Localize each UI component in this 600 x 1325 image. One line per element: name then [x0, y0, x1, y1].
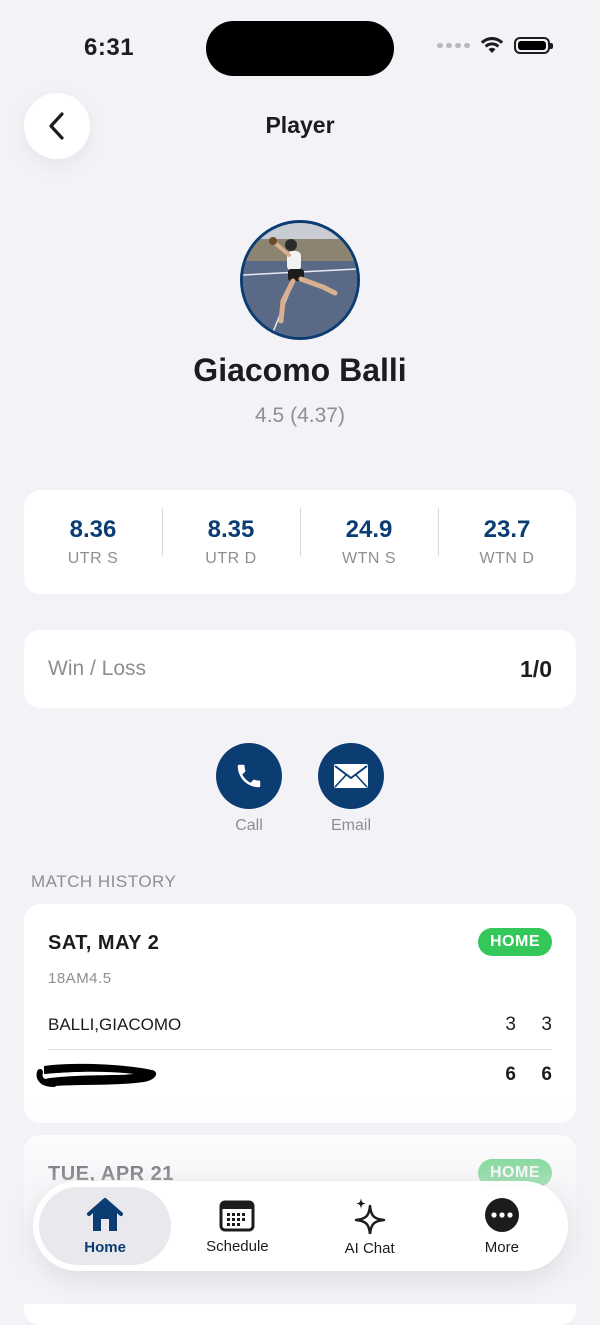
stat-utr-singles: 8.36 UTR S — [24, 516, 162, 568]
email-label: Email — [330, 817, 371, 834]
stat-label: WTN D — [479, 550, 535, 567]
row-divider — [48, 1049, 552, 1050]
wifi-icon — [480, 37, 504, 53]
player-avatar — [240, 220, 360, 340]
win-loss-label: Win / Loss — [48, 657, 147, 680]
tab-bar: Home Schedule AI Chat More — [33, 1181, 568, 1271]
match-league: 18AM4.5 — [48, 970, 112, 987]
stat-value: 8.36 — [69, 516, 117, 543]
set1-score: 6 — [505, 1064, 516, 1085]
phone-icon — [237, 764, 261, 788]
stat-value: 24.9 — [345, 516, 393, 543]
tab-label: Schedule — [206, 1237, 269, 1255]
status-bar: 6:31 — [0, 0, 600, 95]
home-icon — [87, 1197, 124, 1231]
stat-value: 8.35 — [207, 516, 255, 543]
status-icons — [437, 36, 553, 54]
cellular-signal-icon — [437, 42, 470, 48]
player-name: BALLI,GIACOMO — [48, 1015, 182, 1034]
stat-wtn-doubles: 23.7 WTN D — [438, 508, 576, 568]
stat-utr-doubles: 8.35 UTR D — [162, 508, 300, 568]
stat-label: UTR D — [205, 550, 257, 567]
dynamic-island — [206, 21, 394, 76]
ratings-card: 8.36 UTR S 8.35 UTR D 24.9 WTN S 23.7 WT… — [24, 490, 576, 594]
tab-schedule[interactable]: Schedule — [171, 1187, 303, 1265]
calendar-icon — [219, 1200, 255, 1231]
match-date: SAT, MAY 2 — [48, 932, 160, 954]
more-icon — [484, 1197, 519, 1232]
call-label: Call — [235, 817, 263, 834]
player-rating: 4.5 (4.37) — [255, 404, 345, 427]
battery-icon — [514, 36, 553, 54]
match-player-row: BALLI,GIACOMO 3 3 — [48, 1010, 552, 1040]
call-circle[interactable] — [216, 743, 282, 809]
tab-home[interactable]: Home — [39, 1187, 172, 1265]
email-button[interactable]: Email — [306, 743, 396, 835]
home-badge: HOME — [478, 928, 552, 956]
status-time: 6:31 — [84, 34, 135, 61]
set2-score: 6 — [541, 1064, 552, 1085]
tab-more[interactable]: More — [436, 1187, 568, 1265]
sparkles-icon — [354, 1197, 385, 1234]
tab-label: More — [484, 1238, 519, 1256]
stat-value: 23.7 — [483, 516, 531, 543]
envelope-icon — [334, 764, 368, 788]
win-loss-card: Win / Loss 1/0 — [24, 630, 576, 708]
stat-label: WTN S — [341, 550, 397, 567]
tab-label: Home — [84, 1238, 126, 1256]
stat-wtn-singles: 24.9 WTN S — [300, 508, 438, 568]
player-photo — [243, 223, 357, 337]
page-title: Player — [265, 112, 335, 138]
match-history-title: MATCH HISTORY — [31, 872, 177, 891]
stat-label: UTR S — [67, 550, 119, 567]
set2-score: 3 — [541, 1014, 552, 1035]
tab-ai-chat[interactable]: AI Chat — [304, 1187, 436, 1265]
set1-score: 3 — [505, 1014, 516, 1035]
player-name: Giacomo Balli — [193, 352, 407, 388]
tab-label: AI Chat — [344, 1239, 395, 1257]
email-circle[interactable] — [318, 743, 384, 809]
redaction-scribble — [36, 1063, 157, 1087]
call-button[interactable]: Call — [204, 743, 294, 835]
win-loss-value: 1/0 — [520, 655, 552, 682]
